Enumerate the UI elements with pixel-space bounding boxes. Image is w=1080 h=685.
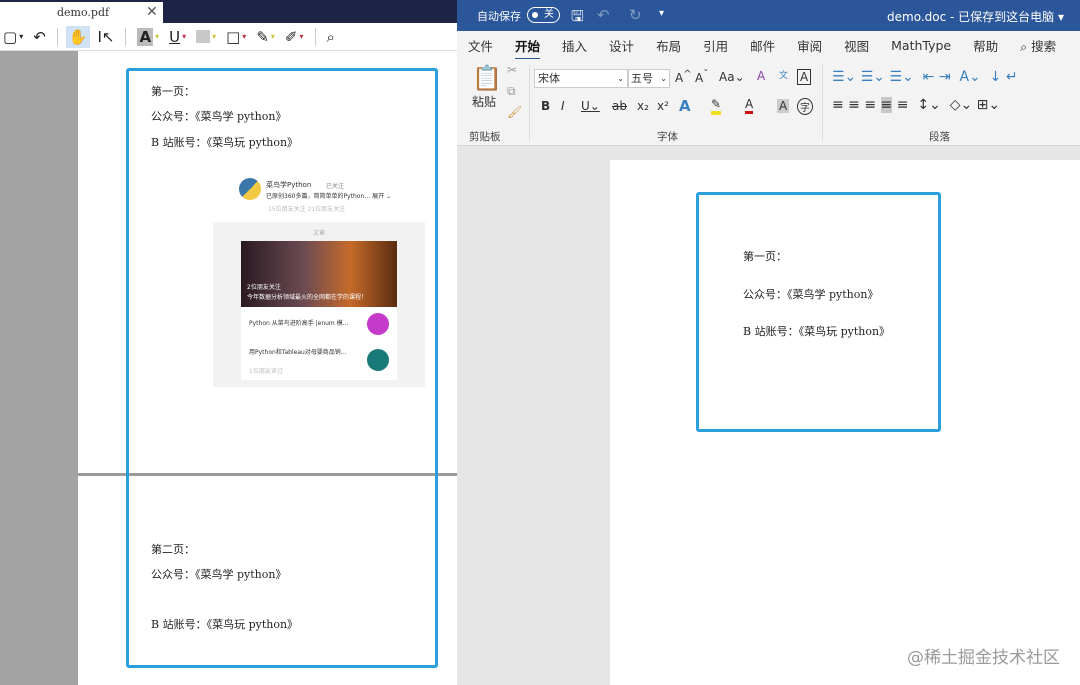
- pdf-viewer: demo.pdf ✕ ▢ ▾ ↶ ✋ I↖ A ▾ U ▾ ▾ □ ▾ ✎ ▾ ✐ ▾ ⌕ …: [0, 0, 457, 685]
- tab-insert[interactable]: 插入: [551, 36, 598, 55]
- tab-demo-pdf[interactable]: demo.pdf ✕: [0, 2, 163, 24]
- area-highlight-icon[interactable]: ▾: [193, 26, 219, 48]
- highlight-color-icon[interactable]: ✎: [711, 97, 722, 115]
- search-icon: ⌕: [1020, 38, 1032, 54]
- highlight-box: [696, 192, 941, 432]
- tab-title: demo.pdf: [57, 6, 110, 19]
- search-box[interactable]: ⌕ 搜索: [1009, 36, 1067, 55]
- shrink-font-icon[interactable]: Aˇ: [695, 69, 708, 85]
- text-highlight-icon[interactable]: A ▾: [134, 26, 162, 48]
- tab-file[interactable]: 文件: [457, 36, 504, 55]
- tab-mailings[interactable]: 邮件: [739, 36, 786, 55]
- subscript-icon[interactable]: x₂: [637, 99, 649, 113]
- hand-tool-icon[interactable]: ✋: [65, 25, 91, 48]
- tab-mathtype[interactable]: MathType: [880, 38, 962, 53]
- font-name-select[interactable]: 宋体 ⌄: [534, 69, 628, 88]
- text-effects-icon[interactable]: A: [679, 97, 691, 115]
- bullets-icon[interactable]: ☰⌄ ☰⌄ ☰⌄ ⇤ ⇥ A⌄ ↓ ↵: [832, 69, 1018, 85]
- change-case-icon[interactable]: Aa⌄: [719, 70, 745, 84]
- tab-view[interactable]: 视图: [833, 36, 880, 55]
- grow-font-icon[interactable]: A^: [675, 69, 692, 85]
- cut-icon[interactable]: ✂: [507, 63, 517, 77]
- font-group-label: 字体: [657, 131, 678, 143]
- tab-references[interactable]: 引用: [692, 36, 739, 55]
- divider: [125, 27, 127, 46]
- close-tab-icon[interactable]: ✕: [146, 4, 158, 20]
- divider: [314, 27, 316, 46]
- underline-icon[interactable]: U ▾: [166, 26, 189, 48]
- customize-qat-icon[interactable]: ▾: [659, 8, 664, 19]
- tab-layout[interactable]: 布局: [645, 36, 692, 55]
- tab-review[interactable]: 审阅: [786, 36, 833, 55]
- search-label: 搜索: [1031, 38, 1057, 54]
- paragraph-group-label: 段落: [929, 131, 950, 143]
- tab-home[interactable]: 开始: [504, 36, 551, 61]
- pdf-toolbar: ▢ ▾ ↶ ✋ I↖ A ▾ U ▾ ▾ □ ▾ ✎ ▾ ✐ ▾ ⌕: [0, 23, 457, 51]
- char-border-icon[interactable]: A: [797, 69, 812, 85]
- document-title[interactable]: demo.doc - 已保存到这台电脑 ▾: [887, 8, 1064, 25]
- strikethrough-icon[interactable]: ab: [612, 99, 627, 113]
- phonetic-guide-icon[interactable]: 文: [779, 68, 788, 81]
- font-size-select[interactable]: 五号 ⌄: [628, 69, 670, 88]
- ribbon: 📋 粘贴 ✂ ⧉ 🖌 剪贴板 宋体 ⌄ 五号 ⌄ A^ Aˇ Aa⌄ A 文 A B…: [457, 59, 1080, 146]
- clipboard-group-label: 剪贴板: [469, 131, 501, 143]
- superscript-icon[interactable]: x²: [657, 99, 669, 113]
- enclose-char-icon[interactable]: 字: [797, 98, 813, 115]
- format-painter-icon[interactable]: 🖌: [507, 105, 522, 119]
- search-icon[interactable]: ⌕: [324, 26, 338, 48]
- underline-icon[interactable]: U⌄: [581, 99, 600, 113]
- autosave-label: 自动保存: [477, 10, 521, 23]
- align-icons[interactable]: ≡ ≡ ≡ ≡ ≡ ↕⌄ ◇⌄ ⊞⌄: [832, 97, 1000, 113]
- italic-icon[interactable]: I: [561, 99, 565, 113]
- rectangle-icon[interactable]: □ ▾: [223, 26, 249, 48]
- highlight-box: [126, 68, 438, 668]
- bold-icon[interactable]: B: [541, 99, 550, 113]
- font-size-value: 五号: [631, 72, 653, 85]
- divider: [56, 27, 58, 46]
- char-shading-icon[interactable]: A: [777, 99, 790, 113]
- pen-icon[interactable]: ✐ ▾: [282, 26, 307, 48]
- save-icon[interactable]: 🖫: [571, 6, 584, 31]
- paste-icon[interactable]: 📋: [472, 64, 502, 92]
- undo-icon[interactable]: ↶: [30, 26, 49, 48]
- autosave-state: 关: [544, 9, 554, 20]
- ribbon-tabs: 文件 开始 插入 设计 布局 引用 邮件 审阅 视图 MathType 帮助 ⌕…: [457, 31, 1080, 61]
- tab-help[interactable]: 帮助: [962, 36, 1009, 55]
- tab-design[interactable]: 设计: [598, 36, 645, 55]
- paste-button[interactable]: 粘贴: [472, 93, 496, 110]
- font-color-icon[interactable]: A: [745, 97, 754, 114]
- word-title-bar: 自动保存 关 🖫 ↶ ↻ ▾ demo.doc - 已保存到这台电脑 ▾: [457, 0, 1080, 31]
- watermark: @稀土掘金技术社区: [907, 648, 1060, 668]
- undo-icon[interactable]: ↶: [597, 6, 610, 24]
- select-text-icon[interactable]: I↖: [94, 26, 117, 48]
- redo-icon[interactable]: ↻: [629, 6, 642, 24]
- view-mode-icon[interactable]: ▢ ▾: [0, 26, 26, 48]
- font-name-value: 宋体: [538, 72, 560, 85]
- clear-format-icon[interactable]: A: [757, 69, 765, 83]
- highlighter-icon[interactable]: ✎ ▾: [253, 26, 278, 48]
- autosave-toggle[interactable]: 关: [527, 7, 560, 23]
- copy-icon[interactable]: ⧉: [507, 84, 516, 99]
